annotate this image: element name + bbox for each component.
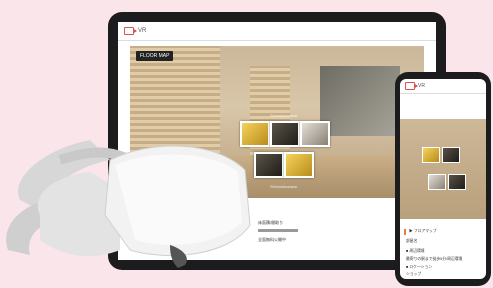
scene-thumbnail[interactable] xyxy=(270,121,300,147)
phone-row: ショップ xyxy=(406,272,422,276)
phone-device: VR ▶ フロアマップ 部屋名 ■ 周辺環境 最寄りの駅まで徒歩5分/周辺環境 … xyxy=(395,72,491,286)
window xyxy=(320,66,400,136)
vr-headset xyxy=(6,140,251,268)
content-line xyxy=(258,229,298,232)
scene-thumbnail[interactable] xyxy=(300,121,330,147)
content-sub: 全面無料公開中 xyxy=(258,237,286,242)
phone-title: VR xyxy=(418,83,425,89)
accent-bar xyxy=(404,229,406,235)
phone-screen: VR ▶ フロアマップ 部屋名 ■ 周辺環境 最寄りの駅まで徒歩5分/周辺環境 … xyxy=(400,79,486,279)
vr-camera-icon xyxy=(405,82,418,90)
scene-thumbnail[interactable] xyxy=(448,174,466,190)
overlay-small-caption: Shimokitazawa xyxy=(270,184,297,189)
phone-row: 最寄りの駅まで徒歩5分/周辺環境 xyxy=(406,257,463,261)
overlay-caption: Shimokitazawa xyxy=(270,113,297,118)
scene-thumbnail[interactable] xyxy=(284,152,314,178)
product-scene: VR FLOOR MAP Shimokitazawa Shimokitazawa… xyxy=(0,0,493,288)
scene-thumbnail[interactable] xyxy=(422,147,440,163)
content-heading: 床面積/間取り xyxy=(258,220,284,225)
phone-row: ■ 周辺環境 xyxy=(406,249,425,253)
phone-row: 部屋名 xyxy=(406,239,418,243)
phone-topbar: VR xyxy=(400,79,486,94)
phone-row: ■ ロケーション xyxy=(406,265,433,269)
scene-thumbnail[interactable] xyxy=(428,174,446,190)
scene-thumbnail[interactable] xyxy=(442,147,460,163)
phone-row: ▶ フロアマップ xyxy=(409,229,437,233)
phone-vr-viewer[interactable] xyxy=(400,119,486,219)
